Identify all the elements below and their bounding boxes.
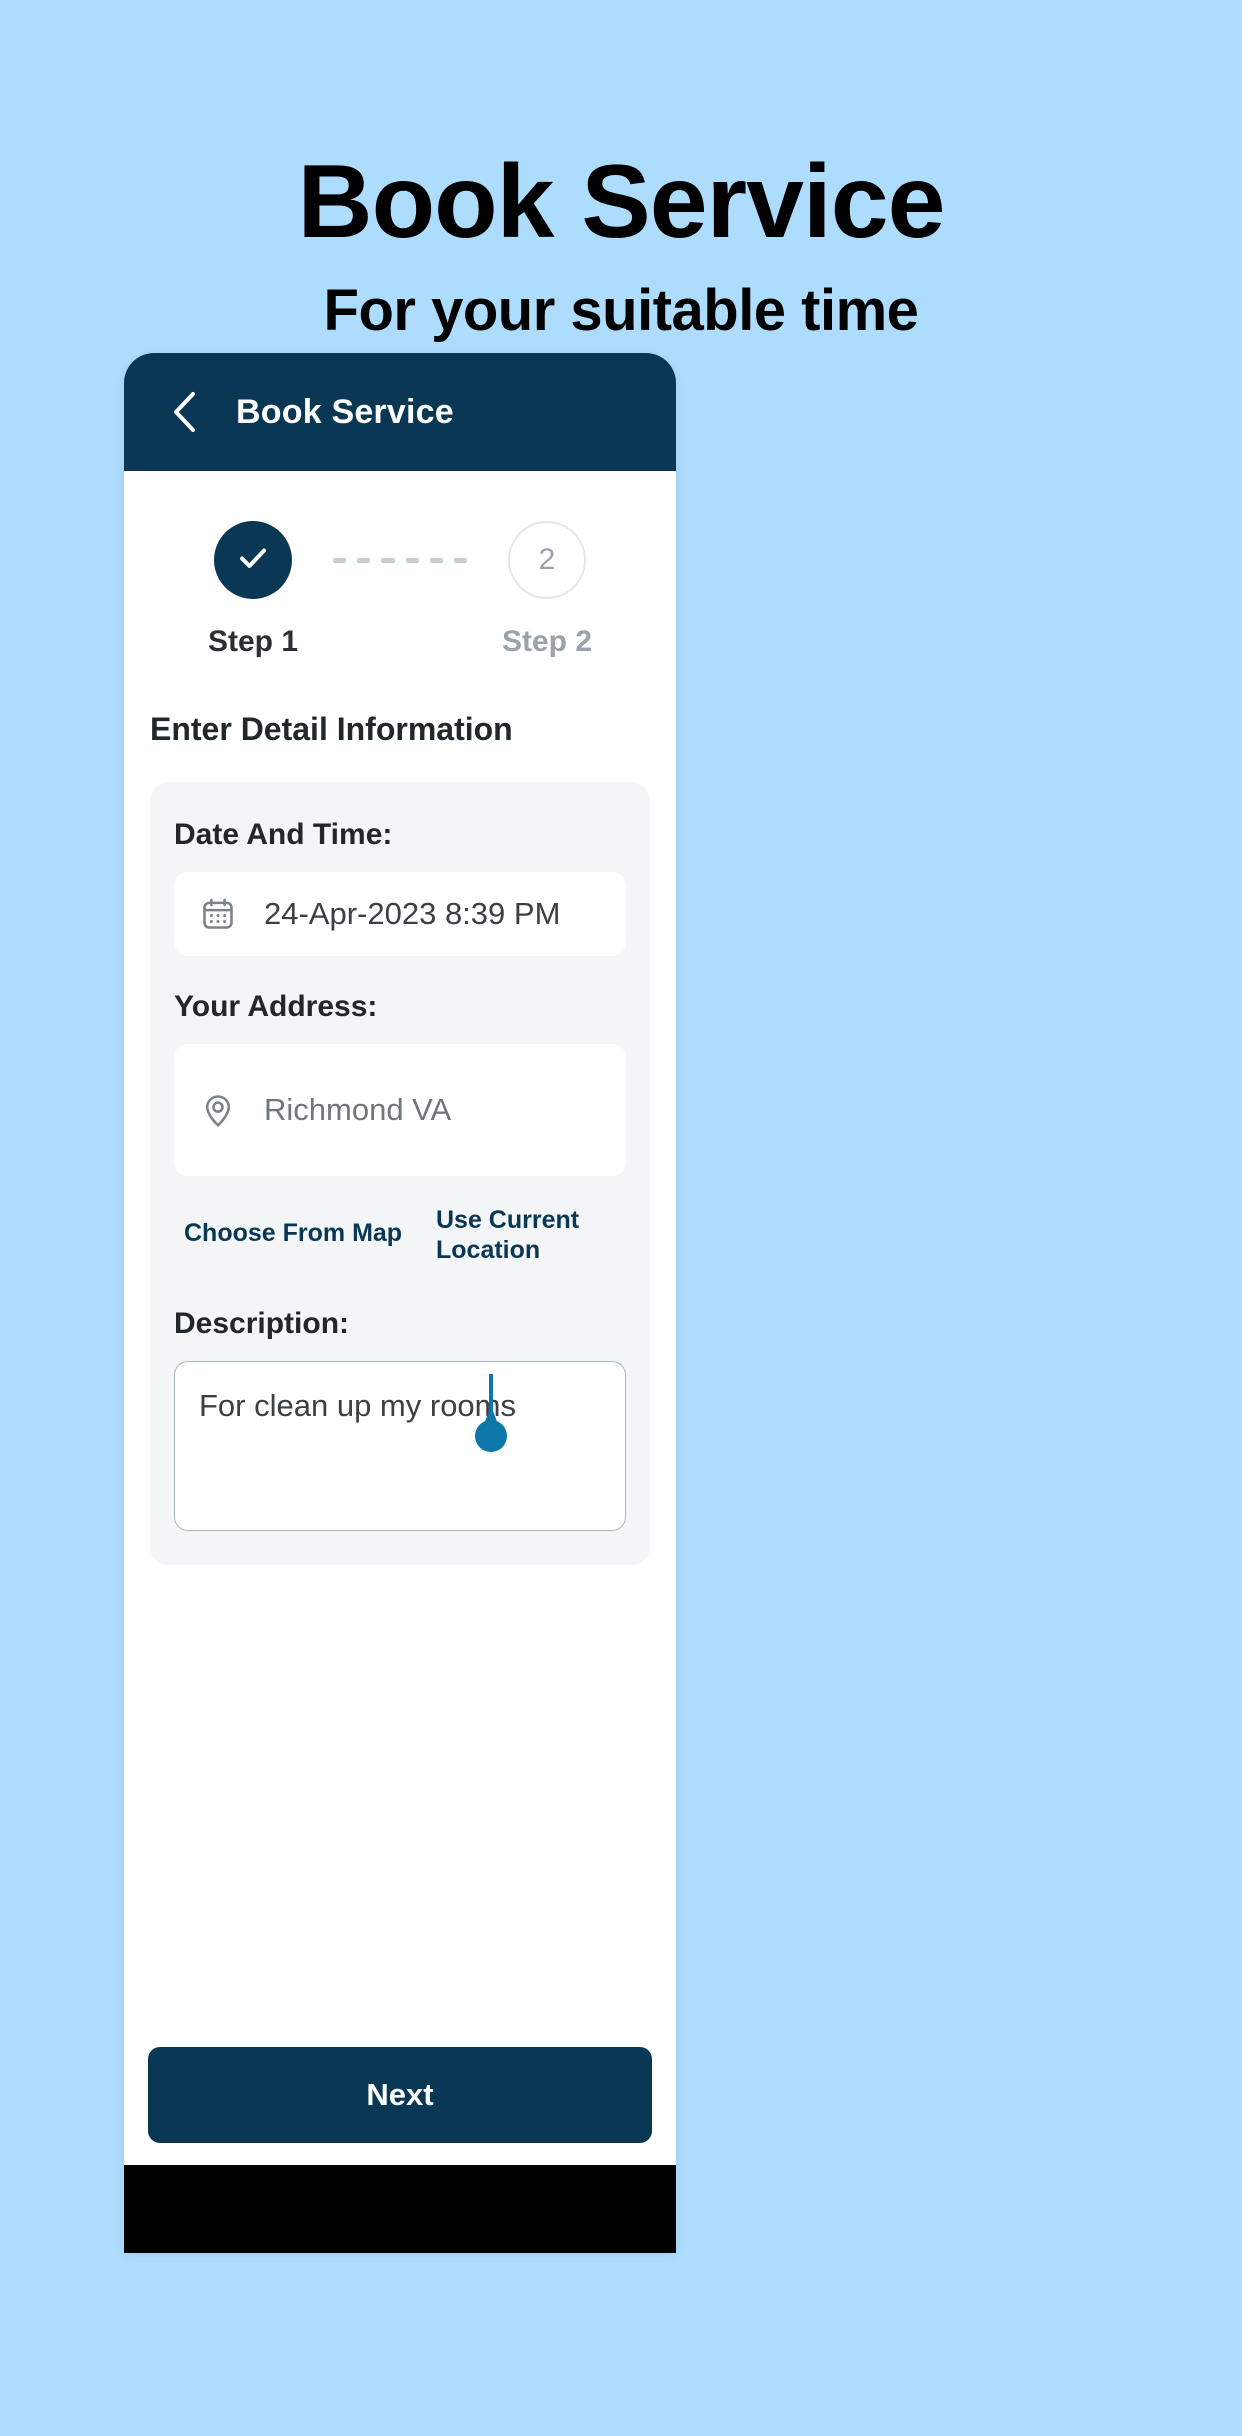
form-card: Date And Time: 24-Apr-2023 8:39 PM Your …	[150, 782, 650, 1565]
location-pin-icon	[198, 1090, 238, 1130]
back-button[interactable]	[164, 392, 204, 432]
connector-dash	[332, 557, 347, 563]
choose-from-map-link[interactable]: Choose From Map	[184, 1206, 414, 1265]
step-2-label: Step 2	[501, 625, 593, 658]
chevron-left-icon	[171, 391, 197, 433]
connector-dash	[429, 557, 443, 563]
connector-dash	[357, 557, 371, 563]
connector-dash	[381, 557, 395, 563]
stepper-step-1[interactable]: Step 1	[173, 521, 333, 659]
stepper-connector	[332, 521, 468, 599]
step-2-number: 2	[538, 543, 556, 576]
app-bar-title: Book Service	[236, 392, 454, 431]
promo-title: Book Service	[297, 144, 946, 260]
description-label: Description:	[174, 1307, 350, 1340]
connector-dash	[453, 557, 468, 563]
promo-header: Book Service For your suitable time	[0, 0, 1242, 340]
date-time-label: Date And Time:	[174, 818, 393, 851]
screen-content: Step 1 2 Step 2 Enter Detail Information	[124, 471, 676, 2253]
check-icon	[233, 538, 273, 583]
address-value: Richmond VA	[264, 1092, 452, 1127]
use-current-location-link[interactable]: Use Current Location	[436, 1206, 596, 1265]
description-textarea[interactable]: For clean up my rooms	[174, 1361, 626, 1531]
app-bar: Book Service	[124, 353, 676, 471]
text-selection-handle[interactable]	[475, 1406, 507, 1452]
date-time-input[interactable]: 24-Apr-2023 8:39 PM	[174, 872, 626, 956]
next-button-label: Next	[366, 2077, 434, 2112]
stepper-step-2[interactable]: 2 Step 2	[467, 521, 627, 659]
description-value: For clean up my rooms	[199, 1388, 516, 1423]
phone-mockup: Book Service Step 1 2 Step 2 Enter Detai…	[124, 353, 676, 2253]
calendar-icon	[198, 894, 238, 934]
stepper: Step 1 2 Step 2	[124, 471, 676, 659]
promo-subtitle: For your suitable time	[323, 278, 919, 343]
step-1-label: Step 1	[207, 625, 299, 658]
connector-dash	[405, 557, 419, 563]
phone-bottom-bar	[124, 2165, 676, 2253]
address-input[interactable]: Richmond VA	[174, 1044, 626, 1176]
address-label: Your Address:	[174, 990, 378, 1023]
step-1-circle	[214, 521, 292, 599]
date-time-value: 24-Apr-2023 8:39 PM	[264, 896, 561, 931]
next-button[interactable]: Next	[148, 2047, 652, 2143]
section-title: Enter Detail Information	[150, 711, 513, 747]
step-2-circle: 2	[508, 521, 586, 599]
address-helper-links: Choose From Map Use Current Location	[174, 1206, 626, 1265]
